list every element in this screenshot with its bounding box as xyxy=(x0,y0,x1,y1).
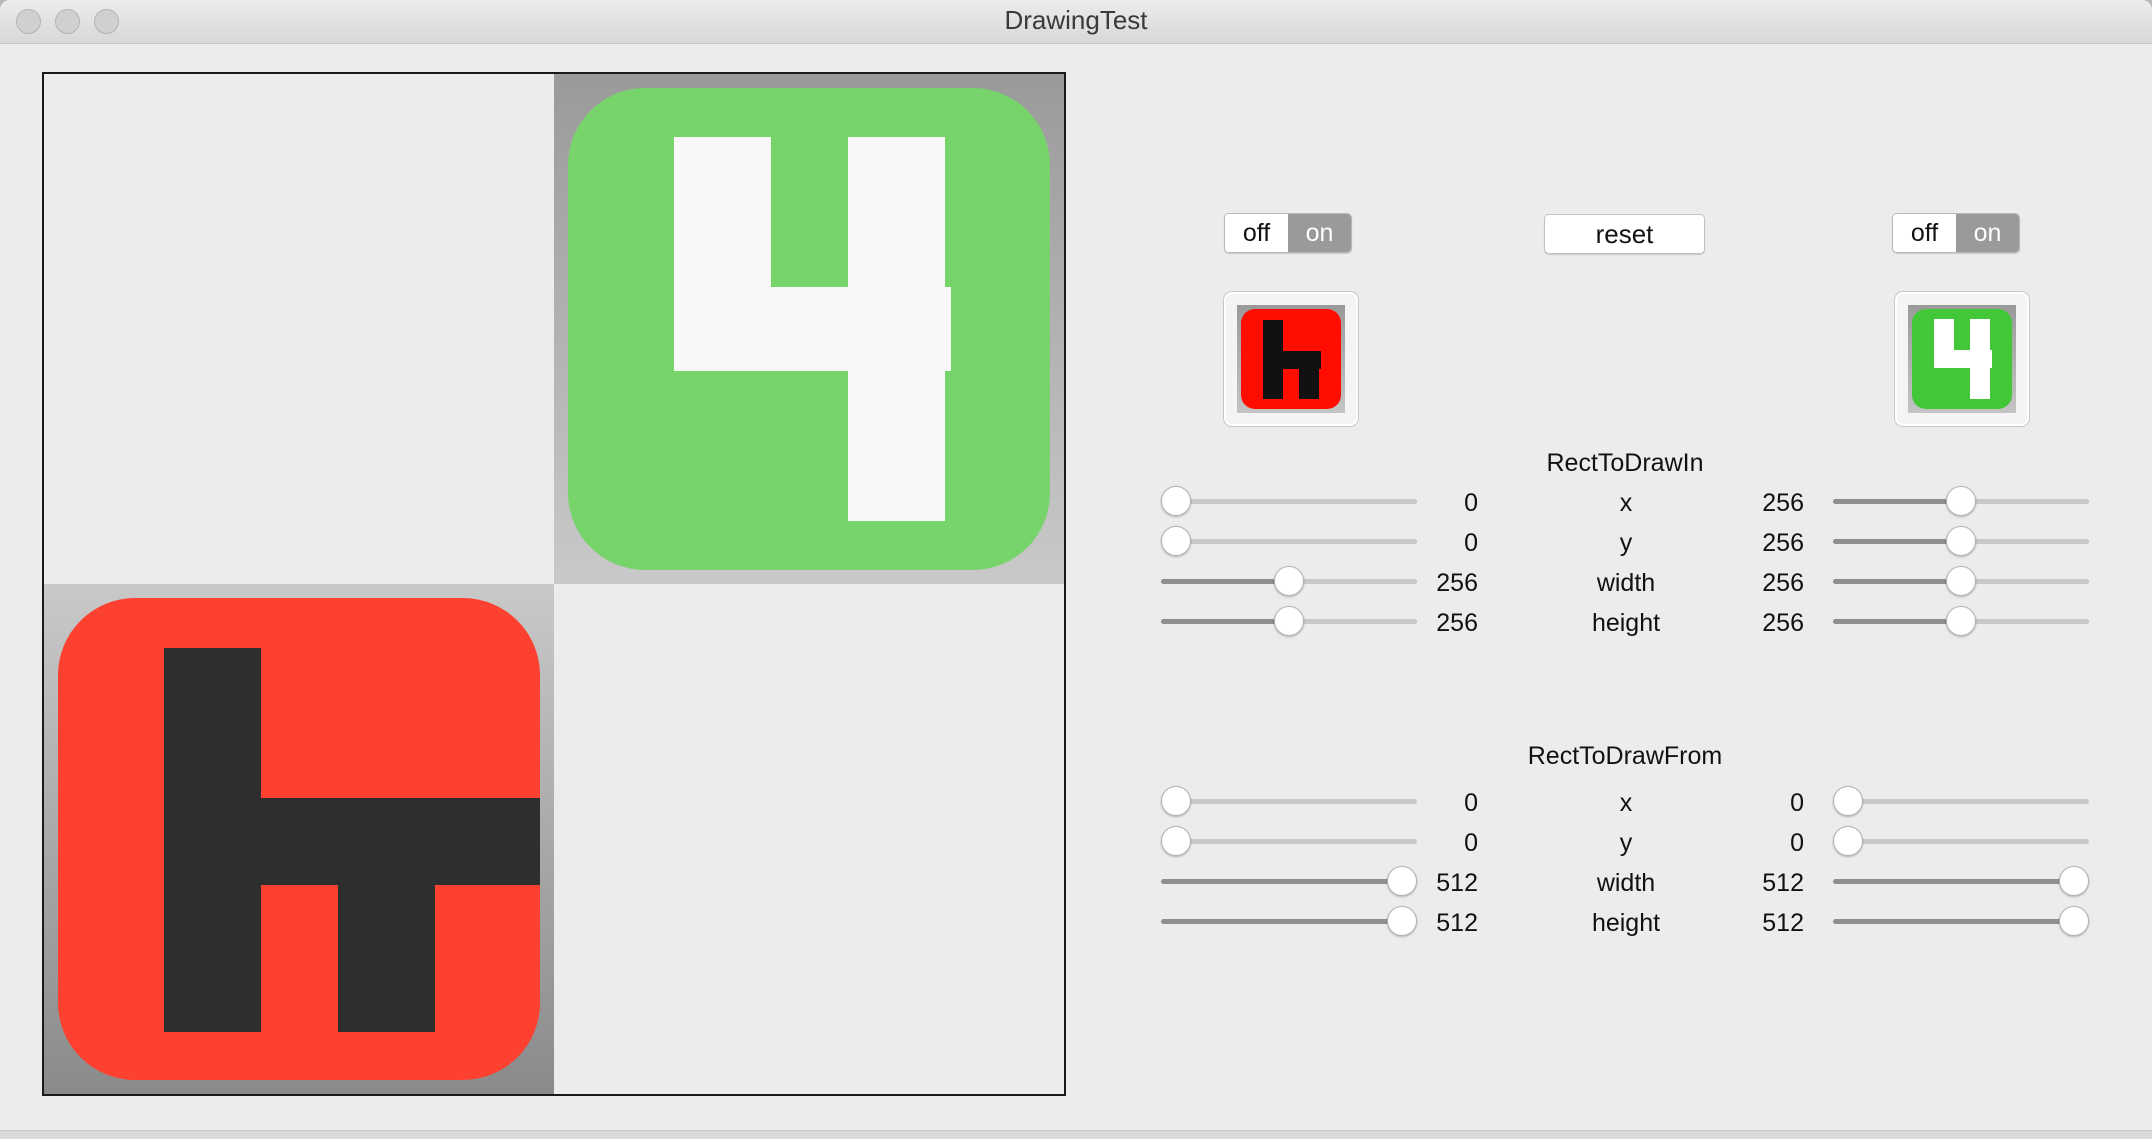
left-height-slider[interactable] xyxy=(1161,905,1417,939)
slider-track xyxy=(1161,539,1417,544)
canvas-cell-top-right xyxy=(554,74,1064,584)
green-four-thumbnail-icon xyxy=(1912,309,2012,409)
reset-button[interactable]: reset xyxy=(1544,214,1705,254)
red-h-icon xyxy=(58,598,542,1080)
y-row-label: y xyxy=(1619,529,1633,557)
rect-to-draw-in-title: RectToDrawIn xyxy=(1546,449,1704,477)
window-title: DrawingTest xyxy=(1004,5,1148,35)
slider-fill xyxy=(1161,579,1289,584)
left-well-content xyxy=(1237,305,1345,413)
slider-fill xyxy=(1833,539,1961,544)
right-toggle-off[interactable]: off xyxy=(1893,214,1956,252)
right-y-slider[interactable] xyxy=(1833,825,2089,859)
slider-fill xyxy=(1833,919,2074,924)
slider-fill xyxy=(1161,879,1402,884)
bottom-edge xyxy=(0,1130,2152,1139)
left-height-value: 512 xyxy=(1436,909,1478,937)
slider-knob[interactable] xyxy=(1946,486,1976,516)
width-row-label: width xyxy=(1596,869,1656,897)
right-x-slider[interactable] xyxy=(1833,785,2089,819)
right-well-content xyxy=(1908,305,2016,413)
slider-track xyxy=(1161,499,1417,504)
left-height-value: 256 xyxy=(1436,609,1478,637)
slider-knob[interactable] xyxy=(1161,786,1191,816)
right-x-value: 0 xyxy=(1790,789,1804,817)
left-x-slider[interactable] xyxy=(1161,785,1417,819)
right-height-value: 512 xyxy=(1762,909,1804,937)
four-glyph xyxy=(674,137,951,521)
drawing-canvas xyxy=(42,72,1066,1096)
slider-fill xyxy=(1833,499,1961,504)
right-image-well[interactable] xyxy=(1895,292,2029,426)
right-width-value: 256 xyxy=(1762,569,1804,597)
slider-fill xyxy=(1833,879,2074,884)
slider-track xyxy=(1161,799,1417,804)
slider-knob[interactable] xyxy=(1274,566,1304,596)
left-width-value: 256 xyxy=(1436,569,1478,597)
y-row-label: y xyxy=(1619,829,1633,857)
left-image-well[interactable] xyxy=(1224,292,1358,426)
right-width-value: 512 xyxy=(1762,869,1804,897)
slider-fill xyxy=(1161,619,1289,624)
right-height-slider[interactable] xyxy=(1833,605,2089,639)
left-width-slider[interactable] xyxy=(1161,865,1417,899)
width-row-label: width xyxy=(1596,569,1656,597)
slider-knob[interactable] xyxy=(1161,486,1191,516)
right-height-value: 256 xyxy=(1762,609,1804,637)
left-height-slider[interactable] xyxy=(1161,605,1417,639)
left-off-on-toggle[interactable]: off on xyxy=(1224,213,1352,253)
slider-fill xyxy=(1833,579,1961,584)
height-row-label: height xyxy=(1591,609,1661,637)
x-row-label: x xyxy=(1619,789,1633,817)
right-toggle-on[interactable]: on xyxy=(1956,214,2019,252)
slider-knob[interactable] xyxy=(1946,526,1976,556)
slider-knob[interactable] xyxy=(1274,606,1304,636)
right-width-slider[interactable] xyxy=(1833,565,2089,599)
h-glyph xyxy=(164,648,542,1032)
right-off-on-toggle[interactable]: off on xyxy=(1892,213,2020,253)
slider-fill xyxy=(1161,919,1402,924)
slider-knob[interactable] xyxy=(1833,826,1863,856)
left-y-value: 0 xyxy=(1464,829,1478,857)
green-four-icon xyxy=(568,88,1050,570)
slider-fill xyxy=(1833,619,1961,624)
left-toggle-on[interactable]: on xyxy=(1288,214,1351,252)
left-y-slider[interactable] xyxy=(1161,825,1417,859)
left-toggle-off[interactable]: off xyxy=(1225,214,1288,252)
slider-knob[interactable] xyxy=(1946,606,1976,636)
slider-knob[interactable] xyxy=(1946,566,1976,596)
right-x-value: 256 xyxy=(1762,489,1804,517)
slider-knob[interactable] xyxy=(2059,866,2089,896)
slider-knob[interactable] xyxy=(1833,786,1863,816)
right-y-value: 0 xyxy=(1790,829,1804,857)
left-x-value: 0 xyxy=(1464,489,1478,517)
canvas-cell-bottom-left xyxy=(44,584,554,1094)
slider-knob[interactable] xyxy=(1161,826,1191,856)
red-h-thumbnail-icon xyxy=(1241,309,1341,409)
slider-track xyxy=(1833,799,2089,804)
slider-track xyxy=(1833,839,2089,844)
right-y-slider[interactable] xyxy=(1833,525,2089,559)
right-x-slider[interactable] xyxy=(1833,485,2089,519)
left-x-slider[interactable] xyxy=(1161,485,1417,519)
app-window: DrawingTest off on reset off on RectToDr… xyxy=(0,0,2152,1139)
left-y-value: 0 xyxy=(1464,529,1478,557)
left-y-slider[interactable] xyxy=(1161,525,1417,559)
slider-knob[interactable] xyxy=(1161,526,1191,556)
title-bar: DrawingTest xyxy=(0,0,2152,44)
left-x-value: 0 xyxy=(1464,789,1478,817)
right-width-slider[interactable] xyxy=(1833,865,2089,899)
left-width-value: 512 xyxy=(1436,869,1478,897)
slider-knob[interactable] xyxy=(2059,906,2089,936)
right-y-value: 256 xyxy=(1762,529,1804,557)
height-row-label: height xyxy=(1591,909,1661,937)
right-height-slider[interactable] xyxy=(1833,905,2089,939)
rect-to-draw-from-title: RectToDrawFrom xyxy=(1527,742,1723,770)
x-row-label: x xyxy=(1619,489,1633,517)
left-width-slider[interactable] xyxy=(1161,565,1417,599)
slider-track xyxy=(1161,839,1417,844)
